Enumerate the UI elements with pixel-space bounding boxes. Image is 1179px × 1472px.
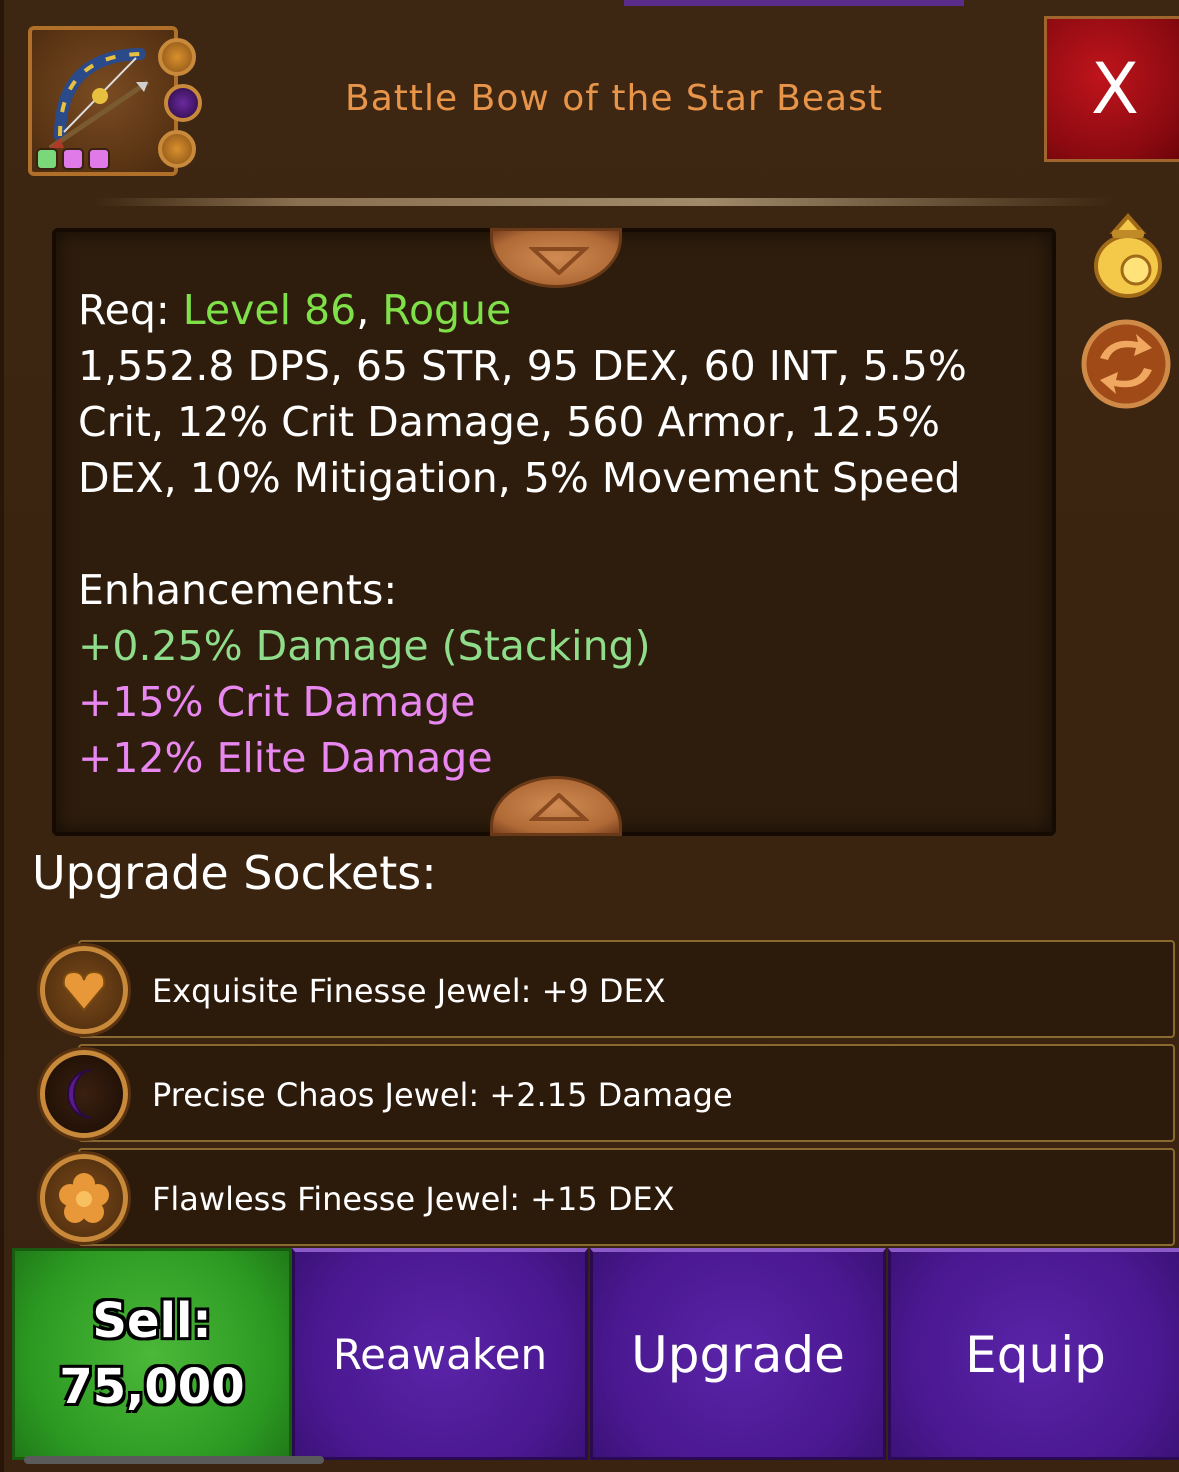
crescent-gem-icon <box>164 84 202 122</box>
socket-row[interactable]: Precise Chaos Jewel: +2.15 Damage <box>78 1044 1175 1142</box>
home-indicator <box>24 1456 324 1464</box>
socket-label: Precise Chaos Jewel: +2.15 Damage <box>152 1076 733 1114</box>
req-separator: , <box>356 286 370 334</box>
enhancements-heading: Enhancements: <box>78 566 398 614</box>
sell-button[interactable]: Sell: 75,000 <box>12 1248 292 1460</box>
triangle-down-icon <box>529 247 589 275</box>
stat-line: DEX, 10% Mitigation, 5% Movement Speed <box>78 454 961 502</box>
coin-bag-icon <box>1094 212 1162 298</box>
coin-bag-button[interactable] <box>1090 210 1166 300</box>
stats-panel[interactable]: Req: Level 86, Rogue 1,552.8 DPS, 65 STR… <box>52 228 1056 836</box>
equip-button[interactable]: Equip <box>888 1248 1179 1460</box>
requirement-line: Req: Level 86, Rogue <box>78 282 1038 338</box>
stat-line: 1,552.8 DPS, 65 STR, 95 DEX, 60 INT, 5.5… <box>78 342 967 390</box>
heart-jewel-icon <box>40 946 128 1034</box>
sell-label: Sell: <box>92 1293 212 1349</box>
upgrade-label: Upgrade <box>631 1325 845 1384</box>
swap-button[interactable] <box>1080 318 1172 410</box>
close-button[interactable]: X <box>1044 16 1179 162</box>
crescent-jewel-icon <box>40 1050 128 1138</box>
bow-icon <box>48 48 150 151</box>
header-divider <box>94 198 1114 206</box>
socket-label: Flawless Finesse Jewel: +15 DEX <box>152 1180 675 1218</box>
top-tab-strip <box>624 0 964 6</box>
socket-label: Exquisite Finesse Jewel: +9 DEX <box>152 972 666 1010</box>
rarity-dot-green <box>36 148 58 170</box>
item-icon <box>28 26 202 176</box>
socket-row[interactable]: Exquisite Finesse Jewel: +9 DEX <box>78 940 1175 1038</box>
reawaken-label: Reawaken <box>332 1330 548 1379</box>
req-label: Req: <box>78 286 170 334</box>
flower-gem-icon <box>158 130 196 168</box>
equip-label: Equip <box>965 1325 1106 1384</box>
scroll-up-knob[interactable] <box>490 228 622 288</box>
swap-icon <box>1081 319 1171 409</box>
close-icon: X <box>1091 48 1139 130</box>
enhancement-line: +0.25% Damage (Stacking) <box>78 622 651 670</box>
heart-gem-icon <box>158 38 196 76</box>
stat-line: Crit, 12% Crit Damage, 560 Armor, 12.5% <box>78 398 940 446</box>
rarity-dot-pink <box>88 148 110 170</box>
triangle-up-icon <box>529 793 589 821</box>
upgrade-button[interactable]: Upgrade <box>590 1248 886 1460</box>
flower-jewel-icon <box>40 1154 128 1242</box>
rarity-dot-pink <box>62 148 84 170</box>
req-level: Level 86 <box>182 286 357 334</box>
stats-text: Req: Level 86, Rogue 1,552.8 DPS, 65 STR… <box>78 282 1038 786</box>
socket-row[interactable]: Flawless Finesse Jewel: +15 DEX <box>78 1148 1175 1246</box>
reawaken-button[interactable]: Reawaken <box>292 1248 588 1460</box>
rarity-indicators <box>36 148 110 170</box>
enhancement-line: +15% Crit Damage <box>78 678 476 726</box>
sell-price: 75,000 <box>59 1359 245 1415</box>
item-title: Battle Bow of the Star Beast <box>345 78 883 119</box>
req-class: Rogue <box>382 286 512 334</box>
item-detail-window: Battle Bow of the Star Beast X Req: Leve… <box>0 0 1179 1472</box>
upgrade-sockets-heading: Upgrade Sockets: <box>32 846 437 900</box>
